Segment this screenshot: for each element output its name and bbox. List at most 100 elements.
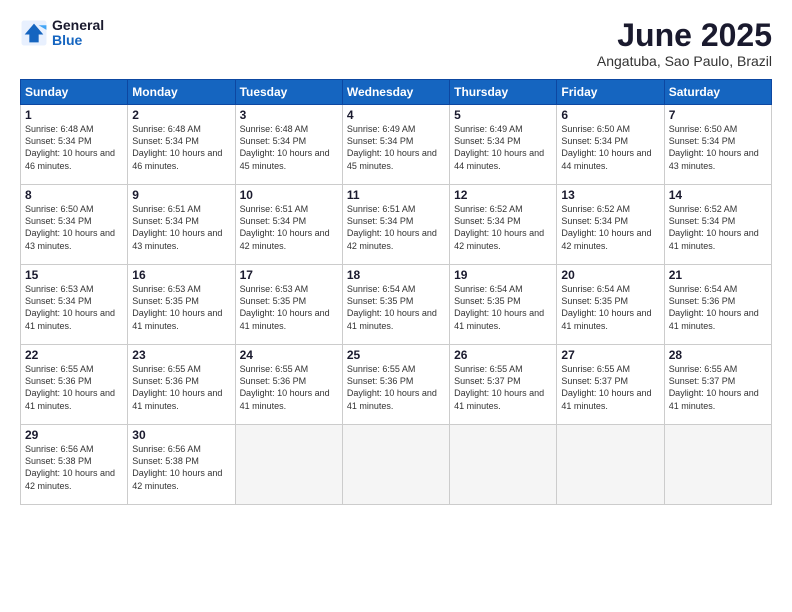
calendar-cell-day-6: 6Sunrise: 6:50 AMSunset: 5:34 PMDaylight…	[557, 105, 664, 185]
calendar-cell-day-4: 4Sunrise: 6:49 AMSunset: 5:34 PMDaylight…	[342, 105, 449, 185]
day-info: Sunrise: 6:49 AMSunset: 5:34 PMDaylight:…	[454, 123, 552, 172]
day-number: 10	[240, 188, 338, 202]
day-number: 12	[454, 188, 552, 202]
day-number: 15	[25, 268, 123, 282]
day-info: Sunrise: 6:50 AMSunset: 5:34 PMDaylight:…	[561, 123, 659, 172]
day-number: 28	[669, 348, 767, 362]
day-info: Sunrise: 6:52 AMSunset: 5:34 PMDaylight:…	[454, 203, 552, 252]
day-info: Sunrise: 6:54 AMSunset: 5:35 PMDaylight:…	[347, 283, 445, 332]
day-info: Sunrise: 6:51 AMSunset: 5:34 PMDaylight:…	[240, 203, 338, 252]
day-number: 19	[454, 268, 552, 282]
calendar-cell-day-14: 14Sunrise: 6:52 AMSunset: 5:34 PMDayligh…	[664, 185, 771, 265]
calendar-header-row: SundayMondayTuesdayWednesdayThursdayFrid…	[21, 80, 772, 105]
empty-cell	[664, 425, 771, 505]
day-info: Sunrise: 6:50 AMSunset: 5:34 PMDaylight:…	[669, 123, 767, 172]
calendar-week-row-4: 29Sunrise: 6:56 AMSunset: 5:38 PMDayligh…	[21, 425, 772, 505]
calendar-cell-day-8: 8Sunrise: 6:50 AMSunset: 5:34 PMDaylight…	[21, 185, 128, 265]
calendar-cell-day-16: 16Sunrise: 6:53 AMSunset: 5:35 PMDayligh…	[128, 265, 235, 345]
day-number: 11	[347, 188, 445, 202]
day-info: Sunrise: 6:48 AMSunset: 5:34 PMDaylight:…	[240, 123, 338, 172]
day-info: Sunrise: 6:51 AMSunset: 5:34 PMDaylight:…	[347, 203, 445, 252]
day-number: 6	[561, 108, 659, 122]
day-info: Sunrise: 6:48 AMSunset: 5:34 PMDaylight:…	[132, 123, 230, 172]
calendar-body: 1Sunrise: 6:48 AMSunset: 5:34 PMDaylight…	[21, 105, 772, 505]
calendar-cell-day-21: 21Sunrise: 6:54 AMSunset: 5:36 PMDayligh…	[664, 265, 771, 345]
day-info: Sunrise: 6:55 AMSunset: 5:36 PMDaylight:…	[25, 363, 123, 412]
day-number: 5	[454, 108, 552, 122]
calendar-cell-day-20: 20Sunrise: 6:54 AMSunset: 5:35 PMDayligh…	[557, 265, 664, 345]
logo-icon	[20, 19, 48, 47]
day-number: 24	[240, 348, 338, 362]
header: General Blue June 2025 Angatuba, Sao Pau…	[20, 18, 772, 69]
day-info: Sunrise: 6:54 AMSunset: 5:35 PMDaylight:…	[561, 283, 659, 332]
weekday-header-thursday: Thursday	[450, 80, 557, 105]
calendar-cell-day-15: 15Sunrise: 6:53 AMSunset: 5:34 PMDayligh…	[21, 265, 128, 345]
calendar-cell-day-9: 9Sunrise: 6:51 AMSunset: 5:34 PMDaylight…	[128, 185, 235, 265]
day-number: 7	[669, 108, 767, 122]
calendar-cell-day-27: 27Sunrise: 6:55 AMSunset: 5:37 PMDayligh…	[557, 345, 664, 425]
calendar-cell-day-22: 22Sunrise: 6:55 AMSunset: 5:36 PMDayligh…	[21, 345, 128, 425]
day-info: Sunrise: 6:54 AMSunset: 5:36 PMDaylight:…	[669, 283, 767, 332]
calendar-week-row-3: 22Sunrise: 6:55 AMSunset: 5:36 PMDayligh…	[21, 345, 772, 425]
day-number: 25	[347, 348, 445, 362]
calendar-cell-day-12: 12Sunrise: 6:52 AMSunset: 5:34 PMDayligh…	[450, 185, 557, 265]
calendar-cell-day-17: 17Sunrise: 6:53 AMSunset: 5:35 PMDayligh…	[235, 265, 342, 345]
calendar-cell-day-18: 18Sunrise: 6:54 AMSunset: 5:35 PMDayligh…	[342, 265, 449, 345]
empty-cell	[235, 425, 342, 505]
day-number: 21	[669, 268, 767, 282]
calendar-cell-day-5: 5Sunrise: 6:49 AMSunset: 5:34 PMDaylight…	[450, 105, 557, 185]
calendar-cell-day-13: 13Sunrise: 6:52 AMSunset: 5:34 PMDayligh…	[557, 185, 664, 265]
day-number: 9	[132, 188, 230, 202]
calendar-week-row-1: 8Sunrise: 6:50 AMSunset: 5:34 PMDaylight…	[21, 185, 772, 265]
calendar-cell-day-28: 28Sunrise: 6:55 AMSunset: 5:37 PMDayligh…	[664, 345, 771, 425]
calendar-cell-day-25: 25Sunrise: 6:55 AMSunset: 5:36 PMDayligh…	[342, 345, 449, 425]
day-info: Sunrise: 6:55 AMSunset: 5:37 PMDaylight:…	[669, 363, 767, 412]
weekday-header-wednesday: Wednesday	[342, 80, 449, 105]
day-info: Sunrise: 6:48 AMSunset: 5:34 PMDaylight:…	[25, 123, 123, 172]
day-info: Sunrise: 6:53 AMSunset: 5:35 PMDaylight:…	[132, 283, 230, 332]
calendar-cell-day-19: 19Sunrise: 6:54 AMSunset: 5:35 PMDayligh…	[450, 265, 557, 345]
calendar-cell-day-30: 30Sunrise: 6:56 AMSunset: 5:38 PMDayligh…	[128, 425, 235, 505]
day-info: Sunrise: 6:50 AMSunset: 5:34 PMDaylight:…	[25, 203, 123, 252]
day-info: Sunrise: 6:52 AMSunset: 5:34 PMDaylight:…	[669, 203, 767, 252]
day-number: 22	[25, 348, 123, 362]
logo-text: General Blue	[52, 18, 104, 49]
day-number: 20	[561, 268, 659, 282]
day-number: 29	[25, 428, 123, 442]
day-info: Sunrise: 6:55 AMSunset: 5:36 PMDaylight:…	[347, 363, 445, 412]
day-info: Sunrise: 6:55 AMSunset: 5:36 PMDaylight:…	[240, 363, 338, 412]
weekday-header-monday: Monday	[128, 80, 235, 105]
calendar-cell-day-26: 26Sunrise: 6:55 AMSunset: 5:37 PMDayligh…	[450, 345, 557, 425]
calendar-cell-day-1: 1Sunrise: 6:48 AMSunset: 5:34 PMDaylight…	[21, 105, 128, 185]
day-number: 2	[132, 108, 230, 122]
calendar-cell-day-10: 10Sunrise: 6:51 AMSunset: 5:34 PMDayligh…	[235, 185, 342, 265]
day-info: Sunrise: 6:55 AMSunset: 5:37 PMDaylight:…	[561, 363, 659, 412]
weekday-header-saturday: Saturday	[664, 80, 771, 105]
day-number: 18	[347, 268, 445, 282]
day-number: 16	[132, 268, 230, 282]
empty-cell	[342, 425, 449, 505]
day-info: Sunrise: 6:53 AMSunset: 5:35 PMDaylight:…	[240, 283, 338, 332]
day-number: 27	[561, 348, 659, 362]
day-number: 3	[240, 108, 338, 122]
calendar-cell-day-3: 3Sunrise: 6:48 AMSunset: 5:34 PMDaylight…	[235, 105, 342, 185]
day-info: Sunrise: 6:55 AMSunset: 5:36 PMDaylight:…	[132, 363, 230, 412]
title-block: June 2025 Angatuba, Sao Paulo, Brazil	[597, 18, 772, 69]
month-title: June 2025	[597, 18, 772, 53]
calendar-table: SundayMondayTuesdayWednesdayThursdayFrid…	[20, 79, 772, 505]
day-number: 13	[561, 188, 659, 202]
day-number: 14	[669, 188, 767, 202]
location: Angatuba, Sao Paulo, Brazil	[597, 53, 772, 69]
day-number: 17	[240, 268, 338, 282]
day-number: 4	[347, 108, 445, 122]
calendar-cell-day-11: 11Sunrise: 6:51 AMSunset: 5:34 PMDayligh…	[342, 185, 449, 265]
day-number: 8	[25, 188, 123, 202]
calendar-week-row-2: 15Sunrise: 6:53 AMSunset: 5:34 PMDayligh…	[21, 265, 772, 345]
day-info: Sunrise: 6:53 AMSunset: 5:34 PMDaylight:…	[25, 283, 123, 332]
day-number: 26	[454, 348, 552, 362]
calendar-page: General Blue June 2025 Angatuba, Sao Pau…	[0, 0, 792, 612]
calendar-cell-day-2: 2Sunrise: 6:48 AMSunset: 5:34 PMDaylight…	[128, 105, 235, 185]
logo: General Blue	[20, 18, 104, 49]
empty-cell	[557, 425, 664, 505]
day-number: 1	[25, 108, 123, 122]
